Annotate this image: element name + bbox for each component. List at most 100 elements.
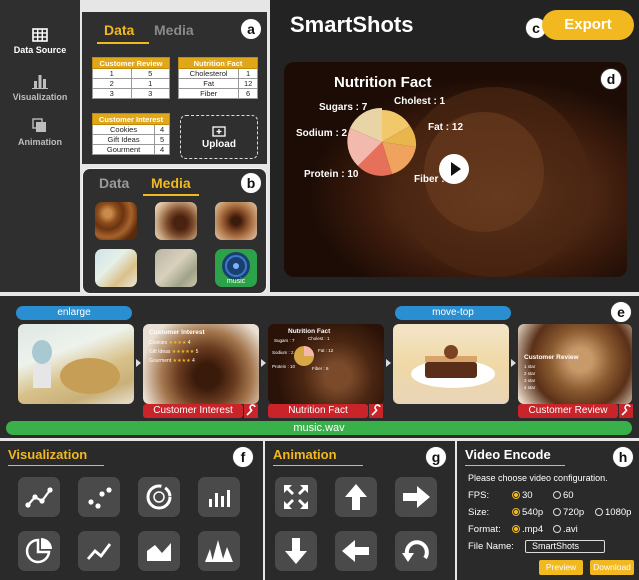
cell: 3 xyxy=(92,88,132,99)
media-thumbnail[interactable] xyxy=(95,249,137,287)
size-option-540p[interactable]: 540p xyxy=(512,507,543,518)
wrench-icon[interactable] xyxy=(244,404,258,418)
badge-e: e xyxy=(610,301,632,323)
fps-label: FPS: xyxy=(468,490,490,501)
chart-label-customer-review[interactable]: Customer Review xyxy=(518,404,618,418)
cell: Fiber xyxy=(177,88,240,99)
wrench-icon[interactable] xyxy=(369,404,383,418)
frame-image xyxy=(411,345,495,388)
media-thumbnail[interactable] xyxy=(215,202,257,240)
chart-label-nutrition-fact[interactable]: Nutrition Fact xyxy=(268,404,368,418)
cell: Gift Ideas xyxy=(91,134,156,145)
animation-panel: Animation g xyxy=(265,441,455,580)
media-thumbnail[interactable] xyxy=(95,202,137,240)
panel-title: Animation xyxy=(273,447,337,462)
export-button[interactable]: Export xyxy=(542,10,634,40)
panel-divider xyxy=(8,465,104,466)
video-encode-panel: Video Encode h Please choose video confi… xyxy=(457,441,639,580)
timeline-frame[interactable] xyxy=(18,324,134,404)
rotate-animation-button[interactable] xyxy=(395,531,437,571)
sidebar-item-visualization[interactable]: Visualization xyxy=(0,73,80,102)
cell: 4 xyxy=(154,124,170,135)
scatter-chart-button[interactable] xyxy=(78,477,120,517)
badge-h: h xyxy=(612,446,634,468)
radio-selected xyxy=(512,525,520,533)
config-prompt: Please choose video configuration. xyxy=(468,473,608,483)
sidebar-item-data-source[interactable]: Data Source xyxy=(0,28,80,55)
music-thumbnail[interactable]: music xyxy=(215,249,257,287)
frame-row: Gourment ★★★★ 4 xyxy=(149,358,195,364)
fps-option-30[interactable]: 30 xyxy=(512,490,533,501)
video-preview[interactable]: Nutrition Fact Sugars : 7 Cholest : 1 So… xyxy=(284,62,627,277)
cell: Cholesterol xyxy=(177,68,240,79)
area-chart-button[interactable] xyxy=(138,531,180,571)
animation-pill-enlarge[interactable]: enlarge xyxy=(16,306,132,320)
size-option-720p[interactable]: 720p xyxy=(553,507,584,518)
move-right-animation-button[interactable] xyxy=(395,477,437,517)
frame-row: 4 star xyxy=(524,385,536,390)
preview-button[interactable]: Preview xyxy=(539,560,583,575)
move-down-animation-button[interactable] xyxy=(275,531,317,571)
frame-row: 2 star xyxy=(524,371,536,376)
scatter-icon xyxy=(88,487,112,509)
active-tab-indicator xyxy=(97,42,149,44)
media-thumbnail[interactable] xyxy=(155,249,197,287)
audio-track[interactable]: music.wav xyxy=(6,421,632,435)
donut-chart-icon xyxy=(146,484,172,510)
cell: 6 xyxy=(238,88,258,99)
move-up-animation-button[interactable] xyxy=(335,477,377,517)
line-chart-button[interactable] xyxy=(78,531,120,571)
media-thumbnail[interactable] xyxy=(155,202,197,240)
table-row: 21 xyxy=(92,78,170,89)
rose-label: Sodium : 2 xyxy=(296,128,348,139)
badge-b: b xyxy=(240,172,262,194)
tab-data[interactable]: Data xyxy=(104,22,134,38)
animation-pill-move-top[interactable]: move-top xyxy=(395,306,511,320)
filename-label: File Name: xyxy=(468,541,514,552)
play-button[interactable] xyxy=(439,154,469,184)
download-button[interactable]: Download xyxy=(590,560,634,575)
expand-animation-button[interactable] xyxy=(275,477,317,517)
table-title: Nutrition Fact xyxy=(178,57,258,69)
fps-option-60[interactable]: 60 xyxy=(553,490,574,501)
customer-interest-table[interactable]: Customer Interest Cookies 4 Gift Ideas 5 G… xyxy=(91,113,170,155)
sidebar-item-animation[interactable]: Animation xyxy=(0,118,80,147)
badge-g: g xyxy=(425,446,447,468)
radio-unselected xyxy=(553,525,561,533)
size-option-1080p[interactable]: 1080p xyxy=(595,507,631,518)
cell: Fat xyxy=(177,78,240,89)
upload-dropzone[interactable]: Upload xyxy=(180,115,258,159)
line-chart-icon xyxy=(86,543,112,560)
format-option-avi[interactable]: .avi xyxy=(553,524,578,535)
peak-chart-button[interactable] xyxy=(198,531,240,571)
cell: 3 xyxy=(130,88,170,99)
donut-chart-button[interactable] xyxy=(138,477,180,517)
frame-image xyxy=(32,340,120,394)
bar-chart-button[interactable] xyxy=(198,477,240,517)
table-row: Gourment 4 xyxy=(91,144,170,155)
timeline-frame[interactable] xyxy=(393,324,509,404)
format-label: Format: xyxy=(468,524,501,535)
timeline-frame[interactable]: Customer Review 1 star 2 star 3 star 4 s… xyxy=(518,324,632,404)
frame-row: 3 star xyxy=(524,378,536,383)
customer-review-table[interactable]: Customer Review 15 21 33 xyxy=(92,57,170,99)
data-panel: Data Media a Customer Review 15 21 33 Nu… xyxy=(82,12,267,164)
nutrition-fact-table[interactable]: Nutrition Fact Cholesterol 1 Fat 12 Fiber 6 xyxy=(177,57,258,99)
tab-media[interactable]: Media xyxy=(154,22,194,38)
format-option-mp4[interactable]: .mp4 xyxy=(512,524,543,535)
move-left-animation-button[interactable] xyxy=(335,531,377,571)
tab-media[interactable]: Media xyxy=(151,175,191,191)
wrench-icon[interactable] xyxy=(619,404,633,418)
chart-label-customer-interest[interactable]: Customer Interest xyxy=(143,404,243,418)
cell: 1 xyxy=(92,68,132,79)
timeline-frame[interactable]: Nutrition Fact Sugars : 7 Cholest : 1 So… xyxy=(268,324,384,404)
filename-input[interactable]: SmartShots xyxy=(525,540,605,553)
timeline-frame[interactable]: Customer Interest Cookies ★★★★ 4 Gift Id… xyxy=(143,324,259,404)
line-scatter-chart-button[interactable] xyxy=(18,477,60,517)
visualization-panel: Visualization f xyxy=(0,441,263,580)
pie-chart-button[interactable] xyxy=(18,531,60,571)
radio-selected xyxy=(512,508,520,516)
tab-data[interactable]: Data xyxy=(99,175,129,191)
cell: Gourment xyxy=(91,144,156,155)
badge-f: f xyxy=(232,446,254,468)
